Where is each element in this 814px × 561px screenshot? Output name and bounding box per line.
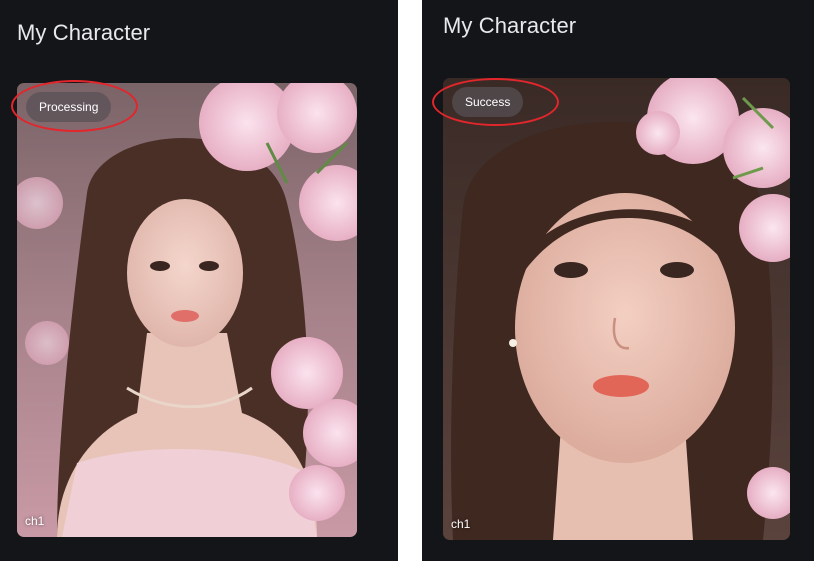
page-title: My Character xyxy=(17,20,151,45)
character-card[interactable]: Processing ch1 xyxy=(17,83,357,537)
page-title: My Character xyxy=(443,13,577,38)
character-card[interactable]: Success ch1 xyxy=(443,78,790,540)
card-name-label: ch1 xyxy=(451,517,471,531)
character-portrait-image xyxy=(17,83,357,537)
card-name-label: ch1 xyxy=(25,514,45,528)
character-portrait-image xyxy=(443,78,790,540)
status-badge: Processing xyxy=(26,92,112,122)
character-panel-success: My Character Success ch1 xyxy=(422,0,814,561)
status-badge: Success xyxy=(452,87,524,117)
character-panel-processing: My Character Processing ch1 xyxy=(0,0,398,561)
